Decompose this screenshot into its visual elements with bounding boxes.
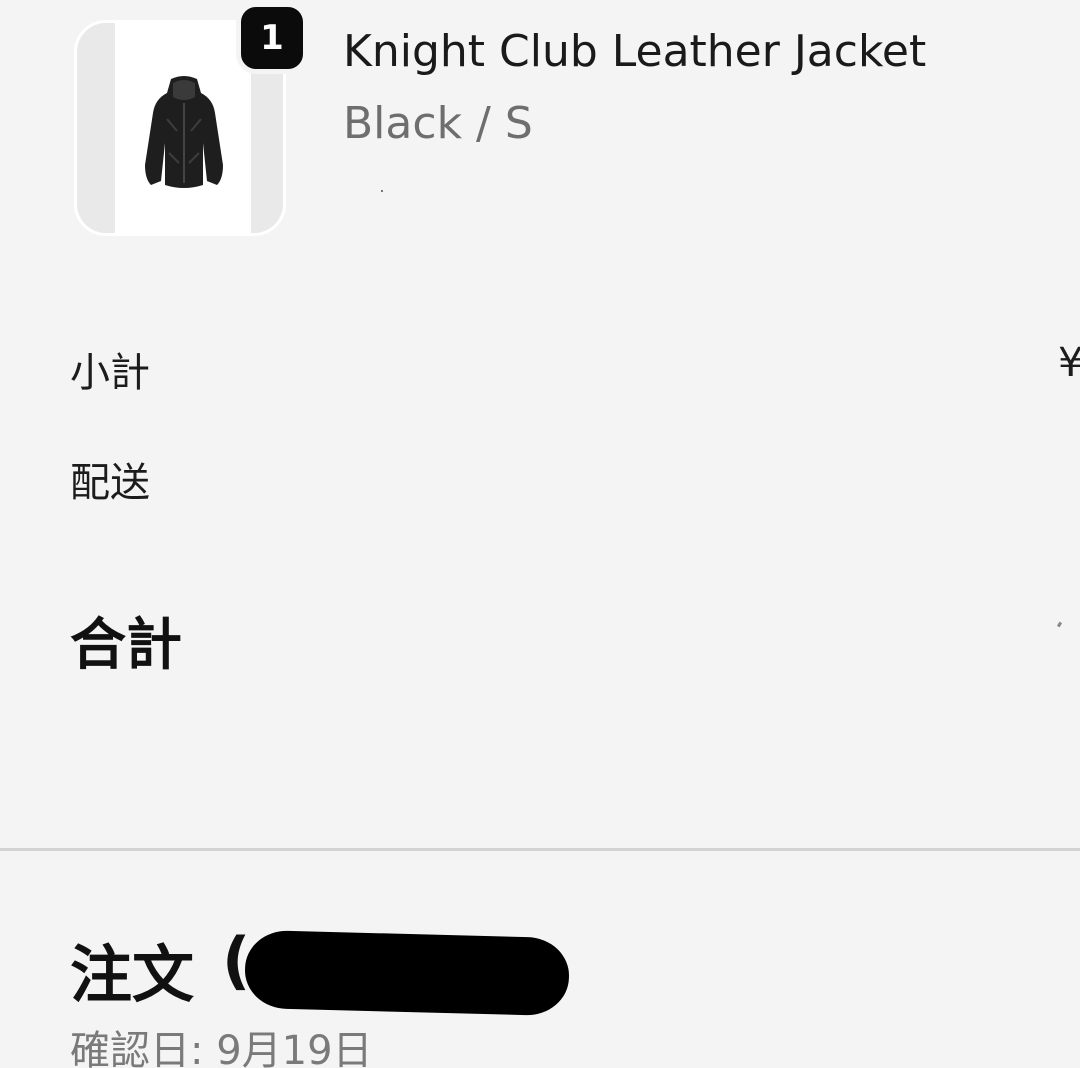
- total-value-fragment: [1056, 621, 1063, 628]
- total-label: 合計: [70, 613, 182, 678]
- subtotal-label: 小計: [70, 350, 150, 396]
- jacket-icon: [145, 76, 223, 188]
- product-variant: Black / S: [343, 98, 533, 149]
- subtotal-value: ¥: [1058, 340, 1080, 386]
- product-image: [115, 23, 251, 233]
- section-divider: [0, 848, 1080, 851]
- product-name: Knight Club Leather Jacket: [343, 26, 927, 77]
- order-summary-page: 1 Knight Club Leather Jacket Black / S 小…: [0, 0, 1080, 1068]
- confirmation-date: 確認日: 9月19日: [70, 1028, 373, 1068]
- quantity-badge: 1: [236, 2, 308, 74]
- order-title: 注文: [70, 938, 195, 1011]
- shipping-label: 配送: [70, 460, 150, 506]
- decorative-dot: [381, 190, 383, 192]
- order-number-redaction: [244, 929, 570, 1017]
